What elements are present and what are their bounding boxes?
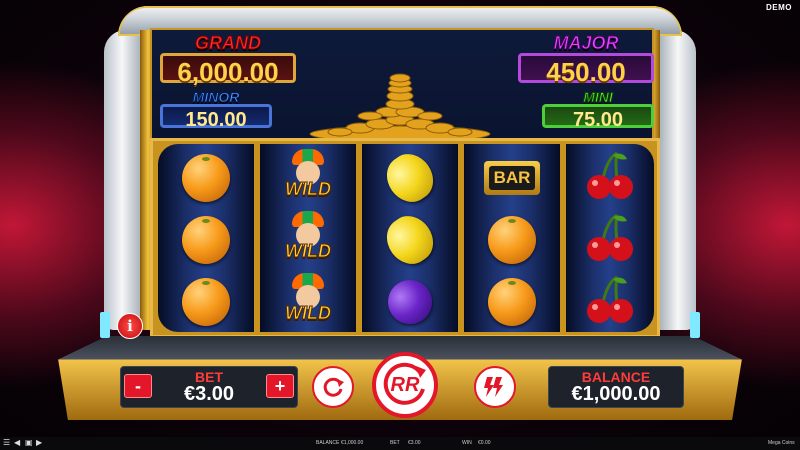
- bet-increase-button[interactable]: +: [266, 374, 294, 398]
- wild-symbol-text: WILD: [285, 303, 332, 324]
- reel-3: [362, 144, 458, 332]
- reel-2: WILD WILD WILD: [260, 144, 356, 332]
- game-title: Mega Coins: [768, 440, 795, 446]
- status-bet-value: €3.00: [408, 440, 421, 446]
- spin-icon: [383, 362, 426, 405]
- jackpot-major: MAJOR 450.00: [518, 33, 654, 85]
- play-icon[interactable]: ▶: [36, 439, 44, 447]
- lemon-symbol: [378, 145, 442, 211]
- reel-cell: [464, 271, 560, 333]
- jackpot-minor-label: MINOR: [192, 89, 240, 105]
- bet-decrease-button[interactable]: -: [124, 374, 152, 398]
- balance-panel: BALANCE €1,000.00: [548, 366, 684, 408]
- reel-5: [566, 144, 654, 332]
- jackpot-grand-amount: 6,000.00: [160, 53, 296, 85]
- jackpot-major-label: MAJOR: [553, 33, 619, 53]
- reel-cell: [158, 147, 254, 209]
- reel-cell: WILD: [260, 271, 356, 333]
- status-bet-label: BET: [390, 440, 400, 446]
- bar-symbol-text: BAR: [489, 166, 535, 190]
- plum-symbol: [380, 272, 440, 332]
- turbo-icon: [484, 377, 503, 397]
- fullscreen-icon[interactable]: ▣: [25, 439, 33, 447]
- jackpot-major-amount: 450.00: [518, 53, 654, 85]
- autoplay-button[interactable]: [312, 366, 354, 408]
- status-balance-label: BALANCE: [316, 440, 340, 446]
- reel-4: BAR: [464, 144, 560, 332]
- reel-cell: [464, 209, 560, 271]
- status-win-value: €0.00: [478, 440, 491, 446]
- jackpot-minor: MINOR 150.00: [160, 89, 272, 130]
- lemon-symbol: [378, 207, 442, 273]
- reel-cell: [362, 207, 458, 273]
- reel-1: [158, 144, 254, 332]
- orange-symbol: [182, 154, 230, 202]
- jackpot-grand-label: GRAND: [195, 33, 262, 53]
- volume-icon[interactable]: ◀: [14, 439, 22, 447]
- orange-symbol: [182, 278, 230, 326]
- wild-symbol: WILD: [276, 211, 340, 269]
- cabinet-light-right: [690, 312, 700, 338]
- jackpot-mini-amount: 75.00: [542, 104, 654, 130]
- jackpot-minor-amount: 150.00: [160, 104, 272, 130]
- status-win-label: WIN: [462, 440, 472, 446]
- reel-cell: [158, 271, 254, 333]
- bar-symbol: BAR: [484, 161, 540, 195]
- reel-cell: WILD: [260, 147, 356, 209]
- info-button[interactable]: i: [117, 313, 143, 339]
- reel-cell: [566, 147, 654, 209]
- reel-frame: WILD WILD WILD BAR: [150, 138, 660, 338]
- cherry-symbol: [583, 211, 637, 270]
- reel-cell: BAR: [464, 147, 560, 209]
- turbo-button[interactable]: [474, 366, 516, 408]
- spin-button[interactable]: RR: [372, 352, 438, 418]
- coin-pile: [309, 73, 491, 142]
- status-balance-value: €1,000.00: [341, 440, 364, 446]
- reel-cell: [566, 209, 654, 271]
- demo-label: DEMO: [766, 3, 792, 12]
- cabinet-right-pillar: [656, 30, 696, 330]
- reel-cell: [158, 209, 254, 271]
- wild-symbol-text: WILD: [285, 179, 332, 200]
- cherry-symbol: [583, 149, 637, 208]
- reel-cell: WILD: [260, 209, 356, 271]
- wild-symbol: WILD: [276, 149, 340, 207]
- autoplay-icon: [323, 377, 344, 397]
- wild-symbol-text: WILD: [285, 241, 332, 262]
- cabinet-left-pillar: [104, 30, 144, 330]
- reel-cell: [362, 145, 458, 211]
- reel-cell: [566, 271, 654, 333]
- cabinet-light-left: [100, 312, 110, 338]
- bet-value: €3.00: [183, 383, 235, 405]
- status-bar: ☰ ◀ ▣ ▶ BALANCE €1,000.00 BET €3.00 WIN …: [0, 437, 800, 450]
- orange-symbol: [182, 216, 230, 264]
- cherry-symbol: [583, 273, 637, 332]
- balance-value: €1,000.00: [571, 383, 661, 405]
- orange-symbol: [488, 278, 536, 326]
- jackpot-grand: GRAND 6,000.00: [160, 33, 296, 85]
- jackpot-mini: MINI 75.00: [542, 89, 654, 130]
- menu-icon[interactable]: ☰: [3, 439, 11, 447]
- reel-cell: [362, 271, 458, 333]
- wild-symbol: WILD: [276, 273, 340, 331]
- jackpot-mini-label: MINI: [583, 89, 614, 105]
- orange-symbol: [488, 216, 536, 264]
